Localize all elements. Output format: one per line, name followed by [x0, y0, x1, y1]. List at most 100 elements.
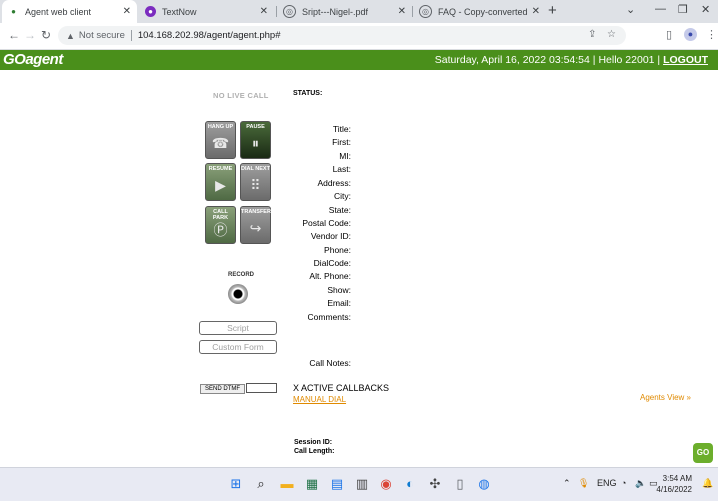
- call-length-label: Call Length:: [294, 448, 335, 455]
- tab-agent-web-client[interactable]: ● Agent web client ✕: [2, 0, 137, 23]
- header-info: Saturday, April 16, 2022 03:54:54 | Hell…: [435, 54, 708, 66]
- globe-icon: ◎: [283, 5, 296, 18]
- field-label-alt-phone: Alt. Phone:: [309, 271, 351, 281]
- tab-script-pdf[interactable]: ◎ Sript---Nigel-.pdf ✕: [277, 0, 412, 23]
- field-label-state: State:: [328, 205, 351, 215]
- field-label-city: City:: [334, 191, 351, 201]
- app-icon[interactable]: ✣: [427, 476, 443, 492]
- tab-label: Agent web client: [25, 6, 92, 17]
- pause-icon: ⏸: [252, 135, 259, 151]
- record-label: RECORD: [228, 272, 255, 278]
- script-button[interactable]: Script: [199, 321, 277, 335]
- file-explorer-icon[interactable]: ▬: [279, 476, 295, 492]
- field-label-last: Last:: [332, 164, 351, 174]
- profile-avatar-icon[interactable]: ●: [684, 28, 697, 41]
- forward-arrow-icon[interactable]: →: [24, 28, 36, 42]
- not-secure-label[interactable]: Not secure: [79, 30, 125, 41]
- clock[interactable]: 3:54 AM 4/16/2022: [656, 473, 692, 495]
- textnow-favicon-icon: ●: [145, 6, 156, 17]
- url-text[interactable]: 104.168.202.98/agent/agent.php#: [138, 30, 281, 41]
- tab-faq-pdf[interactable]: ◎ FAQ - Copy-converted.pdf ✕: [413, 0, 546, 23]
- volume-icon[interactable]: 🔈: [635, 478, 646, 489]
- notepad-icon[interactable]: ▤: [329, 476, 345, 492]
- warning-icon[interactable]: ▲: [66, 31, 75, 41]
- address-bar[interactable]: ▲ Not secure 104.168.202.98/agent/agent.…: [58, 26, 626, 45]
- header-greeting: Hello 22001: [598, 54, 655, 66]
- dial-next-label: DIAL NEXT: [241, 166, 270, 172]
- pause-label: PAUSE: [246, 124, 265, 130]
- phone-hangup-icon: ☎: [211, 135, 230, 151]
- minimize-icon[interactable]: —: [655, 3, 666, 15]
- close-icon[interactable]: ✕: [260, 6, 268, 17]
- field-label-first: First:: [332, 137, 351, 147]
- reload-icon[interactable]: ↻: [41, 28, 51, 42]
- go-chat-button[interactable]: GO: [693, 443, 713, 463]
- field-label-mi: MI:: [339, 151, 351, 161]
- field-label-email: Email:: [327, 298, 351, 308]
- divider: [130, 30, 132, 41]
- call-park-button[interactable]: CALL PARK Ⓟ: [205, 206, 236, 244]
- calculator-icon[interactable]: ▥: [354, 476, 370, 492]
- notes-app-icon[interactable]: ▯: [452, 476, 468, 492]
- microphone-icon[interactable]: 🎙: [578, 478, 589, 489]
- resume-button[interactable]: RESUME ▶: [205, 163, 236, 201]
- chrome-icon[interactable]: ◉: [378, 476, 394, 492]
- wifi-icon[interactable]: ◔: [621, 478, 626, 488]
- tab-label: Sript---Nigel-.pdf: [302, 6, 369, 17]
- session-id-label: Session ID:: [294, 439, 333, 446]
- hang-up-label: HANG UP: [207, 124, 234, 130]
- new-tab-plus-icon[interactable]: +: [548, 2, 557, 19]
- manual-dial-link[interactable]: MANUAL DIAL: [293, 395, 346, 404]
- windows-start-icon[interactable]: ⊞: [228, 476, 244, 492]
- tab-textnow[interactable]: ● TextNow ✕: [139, 0, 274, 23]
- windows-taskbar: ⊞ ⌕ ▬ ▦ ▤ ▥ ◉ ◐ ✣ ▯ ◍ ⌃ 🎙 ENG ◔ 🔈 ▭ 3:54…: [0, 467, 718, 501]
- globe-icon: ◎: [419, 5, 432, 18]
- agent-header-bar: GOagent Saturday, April 16, 2022 03:54:5…: [0, 50, 718, 70]
- record-button[interactable]: [228, 284, 248, 304]
- restore-icon[interactable]: ❐: [678, 3, 688, 16]
- tab-strip: ● Agent web client ✕ ● TextNow ✕ ◎ Sript…: [0, 0, 718, 23]
- field-label-phone: Phone:: [324, 245, 351, 255]
- custom-form-button[interactable]: Custom Form: [199, 340, 277, 354]
- search-icon[interactable]: ⌕: [253, 476, 269, 492]
- browser-toolbar: ← → ↻ ▲ Not secure 104.168.202.98/agent/…: [0, 23, 718, 50]
- back-arrow-icon[interactable]: ←: [8, 28, 20, 42]
- send-dtmf-button[interactable]: SEND DTMF: [200, 384, 245, 394]
- excel-icon[interactable]: ▦: [304, 476, 320, 492]
- field-label-title: Title:: [332, 124, 351, 134]
- field-label-address: Address:: [317, 178, 351, 188]
- tab-label: TextNow: [162, 6, 197, 17]
- side-panel-icon[interactable]: ▯: [666, 28, 672, 41]
- close-icon[interactable]: ✕: [123, 6, 131, 17]
- share-icon[interactable]: ⇪: [588, 29, 596, 40]
- field-label-comments: Comments:: [307, 312, 351, 322]
- agents-view-link[interactable]: Agents View »: [640, 393, 691, 402]
- no-live-call-status: NO LIVE CALL: [213, 91, 269, 100]
- hang-up-button[interactable]: HANG UP ☎: [205, 121, 236, 159]
- bookmark-star-icon[interactable]: ☆: [607, 29, 616, 40]
- clock-time: 3:54 AM: [662, 474, 692, 483]
- close-window-icon[interactable]: ✕: [701, 3, 710, 16]
- field-label-dialcode: DialCode:: [313, 258, 351, 268]
- notification-bell-icon[interactable]: 🔔: [702, 478, 713, 489]
- language-indicator[interactable]: ENG: [597, 478, 617, 488]
- edge-icon[interactable]: ◐: [402, 476, 418, 492]
- park-icon: Ⓟ: [213, 222, 228, 238]
- menu-kebab-icon[interactable]: ⋮: [706, 28, 717, 41]
- dtmf-input[interactable]: [246, 383, 277, 393]
- edge-beta-icon[interactable]: ◍: [476, 476, 492, 492]
- goagent-logo: GOagent: [3, 51, 63, 68]
- close-icon[interactable]: ✕: [398, 6, 406, 17]
- dial-next-button[interactable]: DIAL NEXT ⠿: [240, 163, 271, 201]
- transfer-label: TRANSFER: [241, 209, 271, 215]
- tray-chevron-up-icon[interactable]: ⌃: [563, 478, 571, 489]
- close-icon[interactable]: ✕: [532, 6, 540, 17]
- logout-link[interactable]: LOGOUT: [663, 54, 708, 66]
- status-label: STATUS:: [293, 90, 323, 97]
- chevron-down-icon[interactable]: ⌄: [626, 3, 635, 16]
- field-label-show: Show:: [327, 285, 351, 295]
- call-notes-label: Call Notes:: [309, 358, 351, 368]
- pause-button[interactable]: PAUSE ⏸: [240, 121, 271, 159]
- play-icon: ▶: [215, 177, 226, 193]
- transfer-button[interactable]: TRANSFER ↪: [240, 206, 271, 244]
